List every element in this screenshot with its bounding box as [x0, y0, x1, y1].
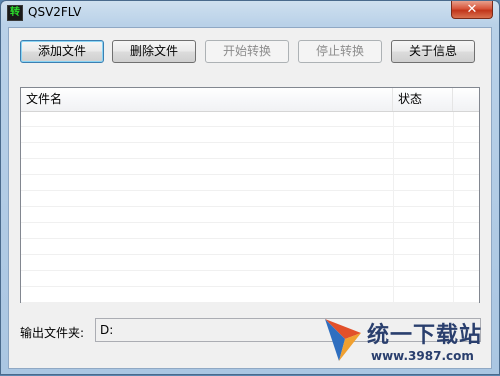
watermark-title: 统一下载站	[367, 323, 483, 348]
list-row-empty	[21, 192, 479, 207]
title-bar[interactable]: 转 QSV2FLV ✕	[1, 1, 499, 25]
start-convert-button[interactable]: 开始转换	[205, 40, 289, 63]
list-row-empty	[21, 112, 479, 127]
list-header: 文件名 状态	[21, 88, 479, 112]
list-row-empty	[21, 160, 479, 175]
about-button[interactable]: 关于信息	[391, 40, 475, 63]
close-icon: ✕	[466, 2, 478, 17]
list-row-empty	[21, 256, 479, 271]
stop-convert-button[interactable]: 停止转换	[298, 40, 382, 63]
column-header-filename[interactable]: 文件名	[21, 88, 393, 111]
list-row-empty	[21, 128, 479, 143]
column-header-status[interactable]: 状态	[393, 88, 453, 111]
close-button[interactable]: ✕	[451, 1, 493, 19]
watermark-url: www.3987.com	[371, 349, 474, 363]
column-header-filler	[453, 88, 479, 111]
window-title: QSV2FLV	[28, 5, 82, 19]
app-window: 转 QSV2FLV ✕ 添加文件 删除文件 开始转换 停止转换 关于信息 文件名…	[0, 0, 500, 375]
column-divider	[453, 112, 454, 302]
file-list[interactable]: 文件名 状态	[20, 87, 480, 303]
list-row-empty	[21, 208, 479, 223]
list-row-empty	[21, 272, 479, 287]
delete-file-button[interactable]: 删除文件	[112, 40, 196, 63]
list-row-empty	[21, 288, 479, 303]
watermark-logo-icon	[325, 319, 361, 361]
list-row-empty	[21, 224, 479, 239]
output-folder-label: 输出文件夹:	[20, 326, 85, 340]
list-row-empty	[21, 240, 479, 255]
watermark: 统一下载站 www.3987.com	[321, 313, 500, 376]
column-divider	[393, 112, 394, 302]
app-icon[interactable]: 转	[7, 5, 23, 21]
list-rows	[21, 112, 479, 303]
list-row-empty	[21, 144, 479, 159]
list-row-empty	[21, 176, 479, 191]
add-file-button[interactable]: 添加文件	[20, 40, 104, 63]
